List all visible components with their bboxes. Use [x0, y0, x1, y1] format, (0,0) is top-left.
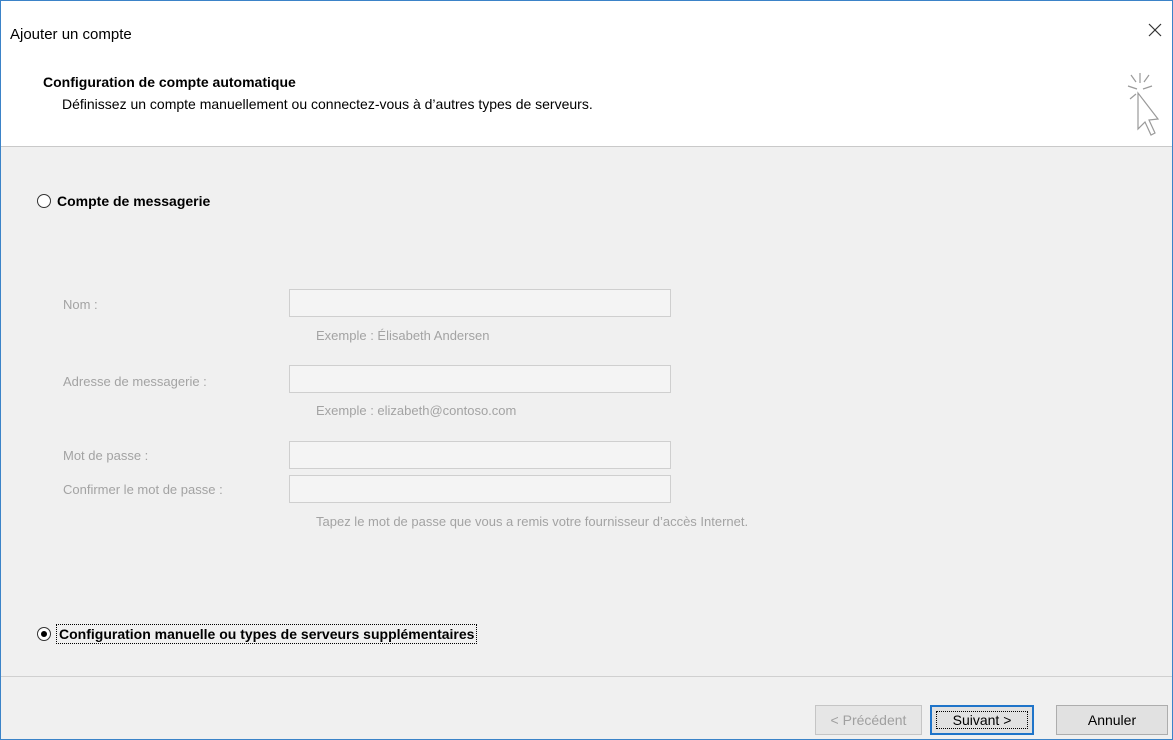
manual-config-label[interactable]: Configuration manuelle ou types de serve…	[55, 624, 478, 644]
email-label: Adresse de messagerie :	[63, 374, 207, 389]
title-bar: Ajouter un compte	[1, 1, 1172, 47]
wizard-header: Configuration de compte automatique Défi…	[1, 47, 1172, 147]
password-field	[289, 441, 671, 469]
password-hint: Tapez le mot de passe que vous a remis v…	[316, 514, 749, 529]
wizard-body: Compte de messagerie Nom : Exemple : Éli…	[1, 147, 1172, 676]
next-button[interactable]: Suivant >	[930, 705, 1034, 735]
add-account-dialog: Ajouter un compte Configuration de compt…	[0, 0, 1173, 740]
email-hint: Exemple : elizabeth@contoso.com	[316, 403, 517, 418]
close-button[interactable]	[1140, 15, 1170, 45]
next-button-label: Suivant >	[952, 712, 1012, 728]
name-label: Nom :	[63, 297, 98, 312]
name-hint: Exemple : Élisabeth Andersen	[316, 328, 490, 343]
page-title: Configuration de compte automatique	[43, 74, 296, 90]
wizard-footer: < Précédent Suivant > Annuler	[1, 676, 1172, 739]
wizard-cursor-icon	[1127, 73, 1160, 136]
email-field	[289, 365, 671, 393]
password-label: Mot de passe :	[63, 448, 149, 463]
manual-config-radio[interactable]	[37, 627, 51, 641]
email-account-label[interactable]: Compte de messagerie	[57, 194, 210, 208]
page-subtitle: Définissez un compte manuellement ou con…	[62, 96, 593, 112]
confirm-password-label: Confirmer le mot de passe :	[63, 482, 223, 497]
cancel-button[interactable]: Annuler	[1056, 705, 1168, 735]
name-field	[289, 289, 671, 317]
window-title: Ajouter un compte	[10, 26, 132, 43]
back-button[interactable]: < Précédent	[815, 705, 922, 735]
close-icon	[1148, 23, 1162, 37]
confirm-password-field	[289, 475, 671, 503]
email-account-radio[interactable]	[37, 194, 51, 208]
